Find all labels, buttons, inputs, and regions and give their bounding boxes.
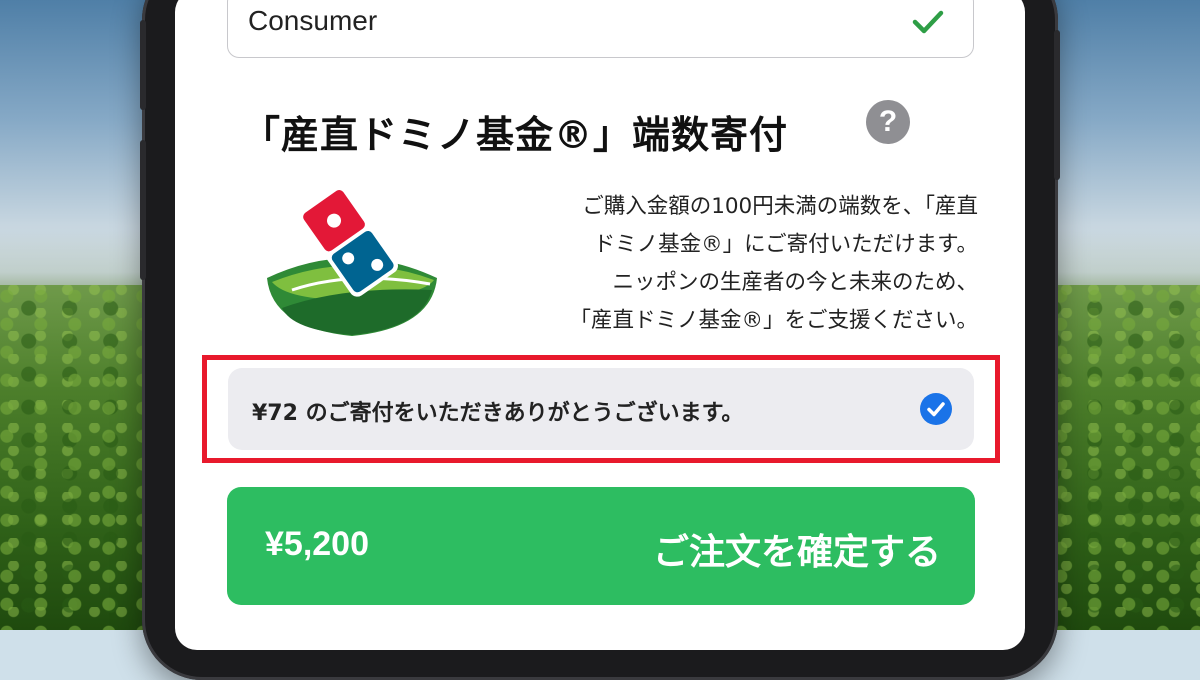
- phone-side-button: [140, 20, 146, 110]
- description-line: ニッポンの生産者の今と未来のため、: [612, 270, 978, 295]
- description-line: 「産直ドミノ基金®」をご支援ください。: [569, 308, 978, 333]
- domino-fund-logo: [267, 185, 437, 336]
- highlight-frame: [202, 355, 1000, 463]
- donation-description: ご購入金額の100円未満の端数を、「産直 ドミノ基金®」にご寄付いただけます。 …: [478, 188, 978, 340]
- question-mark-icon[interactable]: ?: [866, 100, 910, 144]
- customer-type-field[interactable]: Consumer: [227, 0, 974, 58]
- description-line: ご購入金額の100円未満の端数を、「産直: [582, 194, 978, 219]
- customer-type-value: Consumer: [248, 5, 378, 36]
- donation-heading: 「産直ドミノ基金®」端数寄付: [242, 113, 789, 157]
- checkmark-icon: [912, 10, 944, 34]
- phone-side-button: [140, 140, 146, 280]
- confirm-order-label: ご注文を確定する: [652, 532, 941, 573]
- description-line: ドミノ基金®」にご寄付いただけます。: [593, 232, 978, 257]
- confirm-order-button[interactable]: ¥5,200 ご注文を確定する: [227, 487, 975, 605]
- phone-side-button: [1054, 30, 1060, 180]
- order-total: ¥5,200: [265, 525, 369, 563]
